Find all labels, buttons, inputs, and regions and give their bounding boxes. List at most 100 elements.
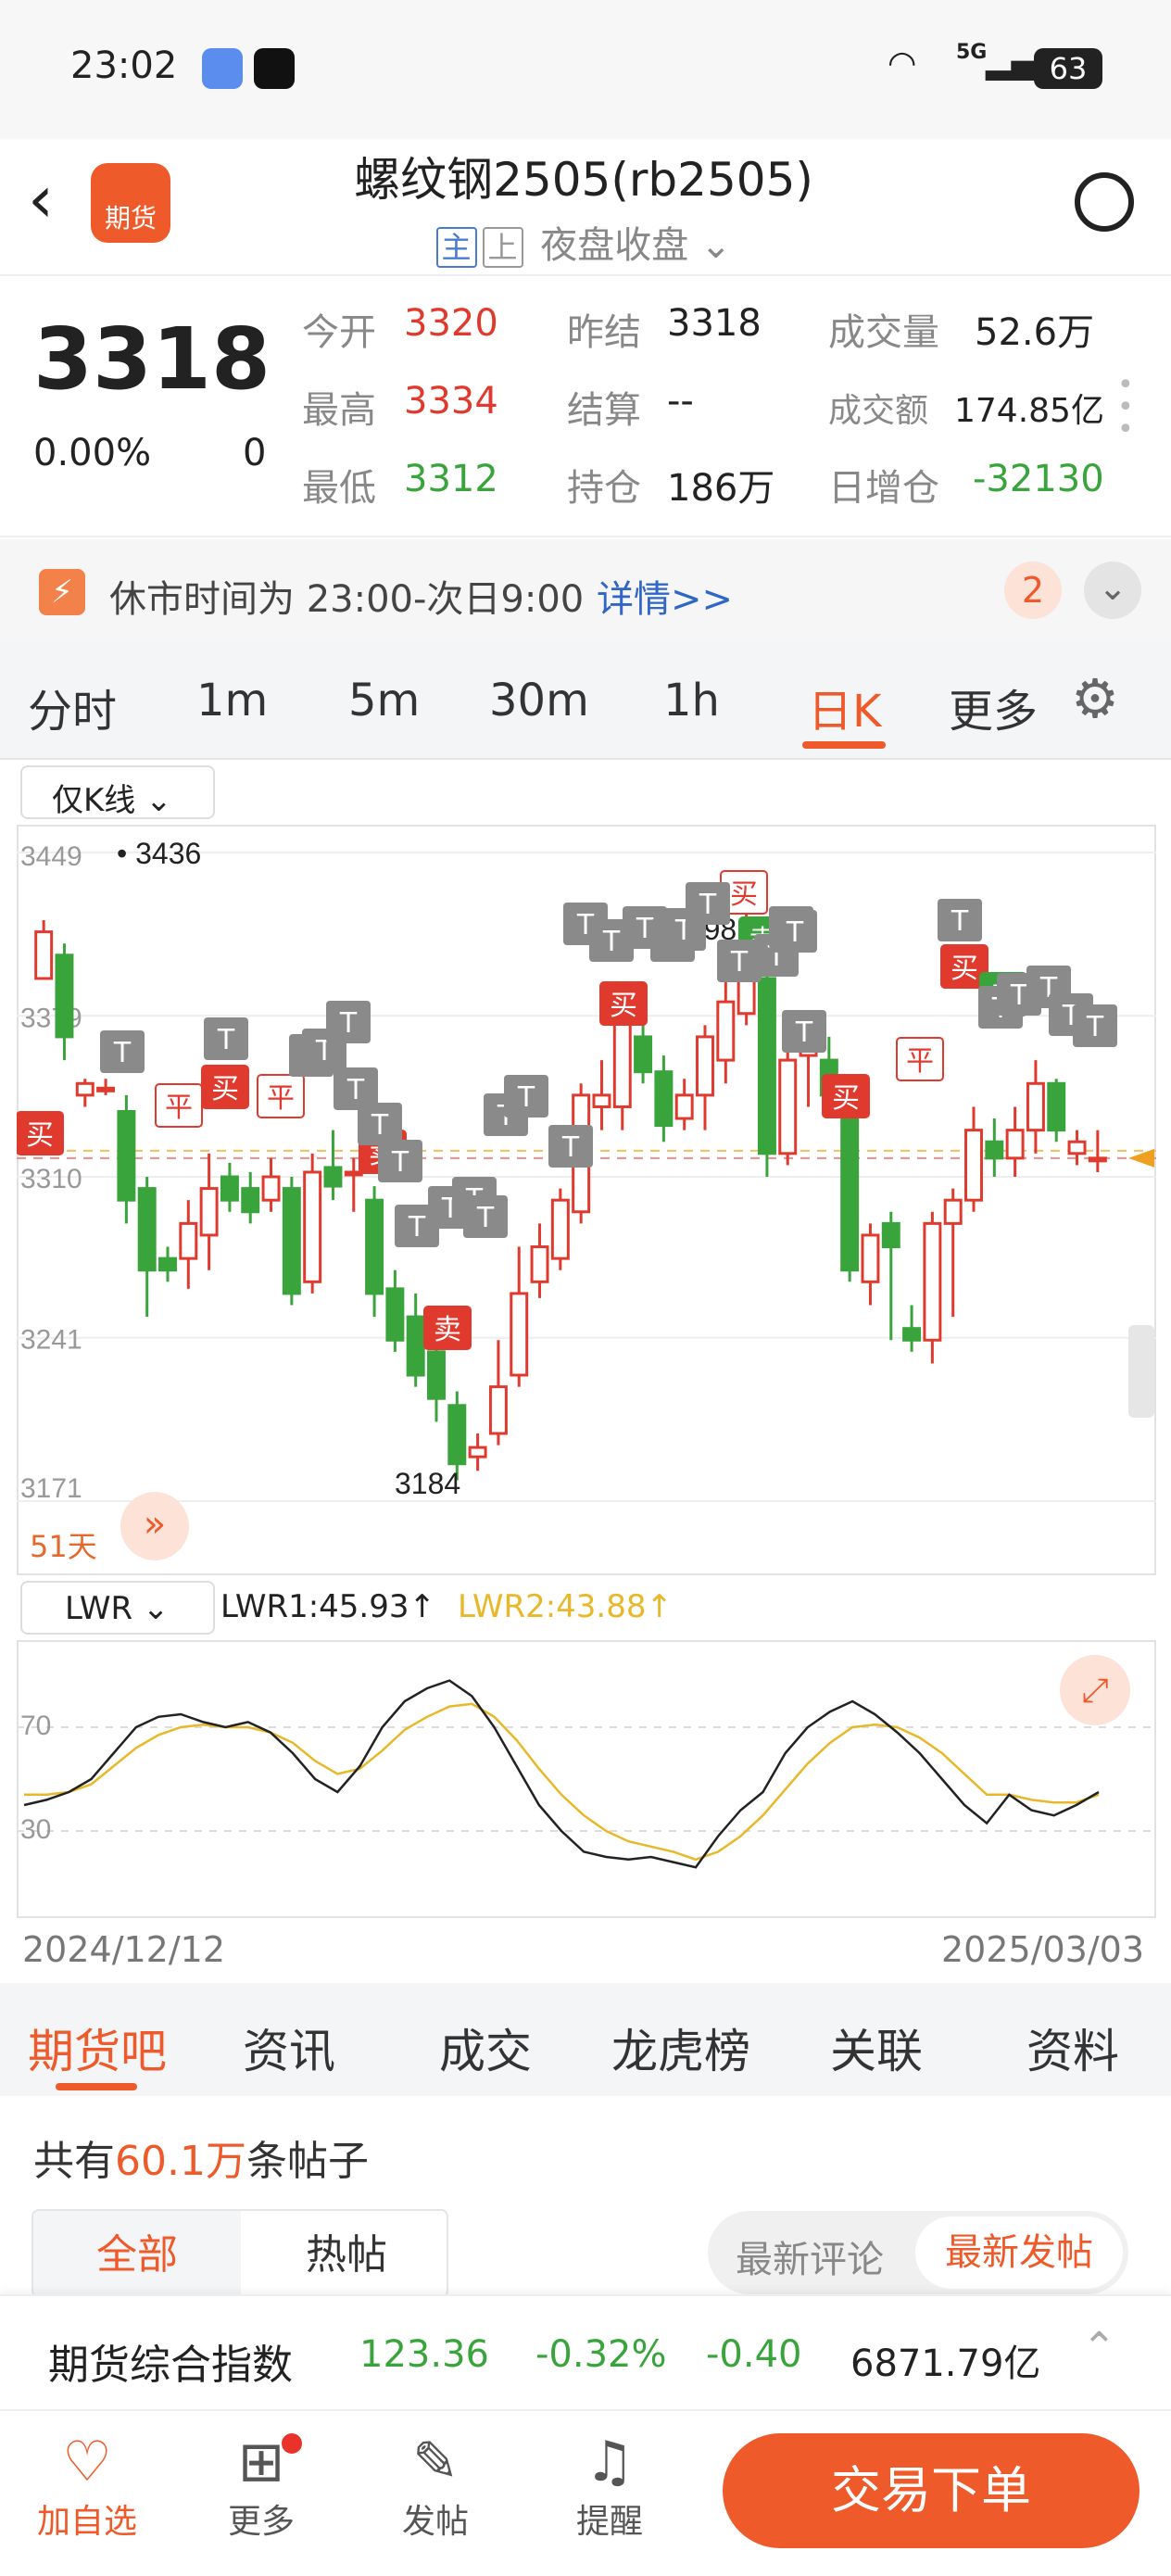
date-start: 2024/12/12: [22, 1929, 226, 1970]
candle-body: [1047, 1081, 1066, 1132]
notification-dot: [282, 2433, 302, 2454]
candle-body: [943, 1198, 963, 1225]
candle-body: [323, 1166, 343, 1188]
settle-label: 结算: [567, 389, 641, 432]
amount-label: 成交额: [828, 392, 929, 430]
candle-body: [199, 1187, 219, 1237]
candle-body: [592, 1093, 611, 1108]
bottom-nav: ♡ 加自选 ⊞ 更多 ✎ 发帖 ♫ 提醒 交易下单: [0, 2409, 1171, 2576]
nav-alert[interactable]: ♫ 提醒: [554, 2430, 665, 2543]
candle-body: [241, 1187, 260, 1214]
filter-all[interactable]: 全部: [33, 2211, 241, 2296]
nav-more[interactable]: ⊞ 更多: [206, 2430, 317, 2543]
candle-body: [654, 1070, 674, 1128]
filter-hot[interactable]: 热帖: [243, 2211, 447, 2296]
tab-daily-k[interactable]: 日K: [808, 675, 881, 739]
notice-link[interactable]: 详情>>: [597, 569, 733, 623]
low-value: 3312: [404, 458, 498, 500]
candle-body: [985, 1140, 1004, 1160]
candle-body: [1067, 1140, 1087, 1155]
expand-icon[interactable]: ⌄: [1084, 562, 1141, 619]
candle-body: [117, 1109, 136, 1202]
page-title: 螺纹钢2505(rb2505): [354, 153, 813, 207]
chart-mode-select[interactable]: 仅K线 ⌄: [20, 765, 215, 819]
tab-news[interactable]: 资讯: [243, 2014, 335, 2081]
candle-body: [488, 1385, 508, 1435]
lwr-tick-label: 30: [20, 1814, 51, 1845]
t-marker-label: T: [786, 916, 804, 949]
back-icon[interactable]: ‹: [28, 167, 54, 232]
scroll-right-icon[interactable]: »: [120, 1492, 189, 1560]
tab-futures-bar[interactable]: 期货吧: [28, 2014, 167, 2081]
indicator-name: LWR: [65, 1590, 133, 1627]
candle-body: [530, 1245, 549, 1283]
nav-add-watch[interactable]: ♡ 加自选: [31, 2430, 143, 2543]
chevron-down-icon: ⌄: [142, 1590, 170, 1627]
t-marker-label: T: [476, 1202, 495, 1234]
oi-label: 持仓: [567, 467, 641, 510]
candle-body: [778, 1058, 798, 1155]
candle-body: [427, 1350, 446, 1400]
tab-more[interactable]: 更多: [949, 675, 1038, 739]
candle-body: [634, 1035, 653, 1074]
candle-body: [550, 1198, 570, 1260]
volume-value: 52.6万: [975, 311, 1095, 354]
t-marker-label: T: [113, 1037, 132, 1069]
more-dots-icon[interactable]: • • •: [1117, 372, 1134, 444]
high-label: • 3436: [117, 837, 201, 870]
tab-trades[interactable]: 成交: [439, 2014, 532, 2081]
oi-change-label: 日增仓: [828, 467, 939, 510]
index-change: -0.40: [706, 2333, 802, 2376]
session-label: 夜盘收盘: [540, 224, 689, 267]
t-marker-label: T: [408, 1211, 426, 1244]
settings-gear-icon[interactable]: ⚙: [1071, 667, 1119, 730]
candle-body: [365, 1198, 384, 1295]
tab-1h[interactable]: 1h: [663, 675, 720, 726]
subtitle: 主上 夜盘收盘 ⌄: [352, 215, 815, 269]
nav-add-watch-label: 加自选: [36, 2503, 137, 2541]
tag-up: 上: [482, 227, 523, 268]
nav-post[interactable]: ✎ 发帖: [380, 2430, 491, 2543]
tab-30m[interactable]: 30m: [489, 675, 589, 726]
status-time: 23:02: [70, 44, 178, 87]
t-marker-label: T: [1086, 1011, 1104, 1043]
tab-5m[interactable]: 5m: [348, 675, 420, 726]
indicator-select[interactable]: LWR ⌄: [20, 1581, 215, 1635]
settle-value: --: [667, 380, 694, 423]
tab-dragon-tiger[interactable]: 龙虎榜: [611, 2014, 750, 2081]
wifi-icon: ◠: [888, 44, 917, 82]
network-label: 5G: [956, 41, 988, 64]
index-ticker[interactable]: 期货综合指数 123.36 -0.32% -0.40 6871.79亿 ⌃: [0, 2294, 1171, 2409]
high-label: 最高: [302, 389, 376, 432]
tab-1m[interactable]: 1m: [196, 675, 268, 726]
index-name: 期货综合指数: [48, 2342, 293, 2389]
notice-bar[interactable]: ⚡ 休市时间为 23:00-次日9:00 详情>> 2 ⌄: [0, 539, 1171, 641]
candle-body: [137, 1187, 157, 1272]
index-amount: 6871.79亿: [850, 2342, 1041, 2385]
search-icon[interactable]: [1075, 172, 1134, 232]
chevron-down-icon[interactable]: ⌄: [700, 224, 732, 267]
change-pct: 0.00%: [33, 432, 152, 474]
candle-body: [344, 1170, 363, 1177]
candle-body: [840, 1093, 860, 1272]
trade-button[interactable]: 交易下单: [723, 2433, 1140, 2548]
tag-main: 主: [435, 227, 477, 268]
kline-chart[interactable]: 34493379331032413171• 343633983184买平买平卖卖…: [17, 825, 1156, 1575]
sort-latest-comment[interactable]: 最新评论: [736, 2229, 884, 2283]
t-marker-label: T: [1010, 979, 1028, 1012]
tab-related[interactable]: 关联: [830, 2014, 923, 2081]
tab-timeshare[interactable]: 分时: [28, 675, 117, 739]
title-block[interactable]: 螺纹钢2505(rb2505) 主上 夜盘收盘 ⌄: [352, 139, 815, 278]
chevron-up-icon[interactable]: ⌃: [1082, 2324, 1116, 2371]
candle-body: [303, 1170, 322, 1283]
index-pct: -0.32%: [535, 2333, 667, 2376]
lwr-indicator-chart[interactable]: 70 30 ⤢: [17, 1640, 1156, 1918]
trade-marker-label: 平: [165, 1092, 193, 1124]
tab-profile[interactable]: 资料: [1026, 2014, 1119, 2081]
side-handle: [1128, 1325, 1154, 1418]
trade-marker-label: 卖: [434, 1314, 461, 1346]
sort-latest-post[interactable]: 最新发帖: [915, 2216, 1123, 2289]
candle-body: [510, 1292, 529, 1377]
post-count: 共有60.1万条帖子: [33, 2128, 369, 2187]
post-filter: 全部 热帖: [31, 2209, 448, 2298]
